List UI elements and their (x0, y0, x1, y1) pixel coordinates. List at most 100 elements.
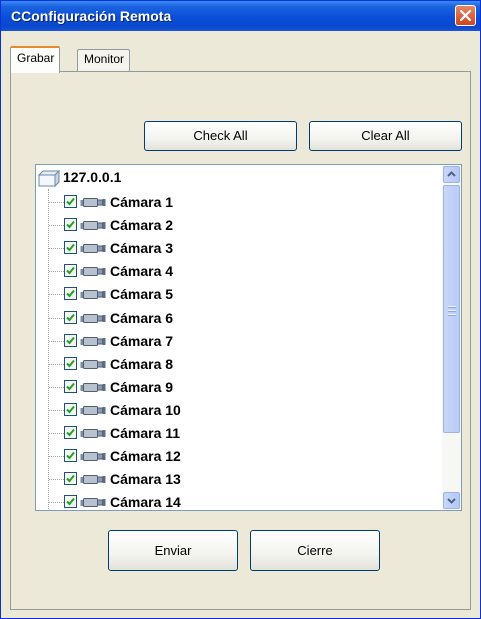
checkmark-icon (66, 498, 75, 506)
camera-icon-wrap (80, 313, 108, 328)
camera-checkbox[interactable] (64, 402, 77, 416)
remote-config-window: CConfiguración Remota Grabar Monitor Che… (0, 0, 481, 619)
camera-icon (80, 267, 106, 277)
camera-checkbox[interactable] (64, 356, 77, 370)
camera-checkbox[interactable] (64, 449, 77, 463)
clear-all-button[interactable]: Clear All (309, 121, 462, 151)
check-all-button[interactable]: Check All (144, 121, 297, 151)
checkmark-icon (66, 336, 75, 345)
camera-icon (80, 429, 106, 438)
tree-connector (49, 502, 64, 504)
camera-label: Cámara 3 (110, 240, 174, 257)
chevron-up-icon (447, 171, 456, 177)
tab-monitor[interactable]: Monitor (77, 49, 131, 72)
checkmark-icon (66, 359, 75, 368)
tree-item-camera[interactable]: Cámara 5 (36, 283, 436, 307)
camera-icon (80, 198, 106, 207)
camera-label: Cámara 1 (110, 194, 174, 210)
camera-icon-wrap (80, 336, 108, 351)
camera-icon-wrap (80, 197, 108, 212)
tree-item-camera[interactable]: Cámara 14 (36, 491, 436, 510)
tree-item-camera[interactable]: Cámara 6 (36, 307, 436, 331)
camera-icon (80, 475, 106, 485)
scroll-thumb[interactable] (443, 185, 460, 433)
tab-grabar-label: Grabar (17, 51, 55, 65)
camera-label: Cámara 8 (110, 355, 174, 372)
close-window-button[interactable] (455, 5, 476, 26)
tree-item-camera[interactable]: Cámara 3 (36, 237, 436, 261)
tree-connector (49, 225, 64, 227)
tree-item-camera[interactable]: Cámara 4 (36, 260, 436, 284)
camera-checkbox[interactable] (64, 218, 77, 232)
camera-icon-wrap (80, 428, 108, 443)
checkmark-icon (66, 405, 75, 414)
tree-connector (49, 294, 64, 296)
camera-checkbox[interactable] (64, 472, 77, 486)
tree-connector (49, 340, 64, 342)
camera-icon (80, 405, 106, 415)
computer-icon (38, 170, 60, 188)
checkmark-icon (66, 475, 75, 483)
camera-checkbox[interactable] (64, 310, 77, 324)
camera-icon (80, 244, 106, 254)
tree-item-camera[interactable]: Cámara 10 (36, 399, 436, 423)
checkmark-icon (66, 451, 75, 460)
camera-icon-wrap (80, 266, 108, 281)
camera-icon-wrap (80, 497, 108, 510)
tree-connector (49, 363, 64, 365)
tree-item-camera[interactable]: Cámara 2 (36, 214, 436, 238)
camera-checkbox[interactable] (64, 495, 77, 509)
check-all-label: Check All (193, 128, 248, 143)
checkmark-icon (66, 428, 75, 437)
camera-label: Cámara 2 (110, 217, 174, 234)
camera-tree[interactable]: 127.0.0.1 Cámara 1 Cámara 2 Cámara 3 Cámara… (35, 164, 462, 511)
cancel-label: Cierre (297, 543, 333, 558)
camera-checkbox[interactable] (64, 241, 77, 255)
camera-checkbox[interactable] (64, 333, 77, 347)
camera-icon (80, 336, 106, 346)
grip-line (448, 314, 456, 316)
camera-icon-wrap (80, 474, 108, 489)
camera-checkbox[interactable] (64, 426, 77, 439)
send-button[interactable]: Enviar (108, 530, 238, 571)
scroll-down-button[interactable] (443, 492, 460, 509)
camera-icon (80, 382, 106, 392)
tree-connector (49, 317, 64, 319)
camera-label: Cámara 9 (110, 378, 174, 395)
camera-label: Cámara 7 (110, 332, 174, 349)
tree-item-camera[interactable]: Cámara 9 (36, 376, 436, 400)
tree-root-label: 127.0.0.1 (63, 169, 122, 185)
window-title: CConfiguración Remota (11, 8, 172, 24)
camera-icon (80, 290, 106, 300)
vertical-scrollbar[interactable] (442, 165, 461, 510)
checkmark-icon (66, 313, 75, 321)
tree-connector (49, 479, 64, 481)
camera-icon-wrap (80, 289, 108, 304)
tree-connector (49, 271, 64, 273)
tree-item-camera[interactable]: Cámara 13 (36, 468, 436, 492)
tree-item-camera[interactable]: Cámara 11 (36, 422, 436, 446)
camera-checkbox[interactable] (64, 264, 77, 278)
tree-item-camera[interactable]: Cámara 12 (36, 445, 436, 469)
camera-label: Cámara 4 (110, 263, 174, 280)
camera-icon (80, 221, 106, 231)
camera-icon (80, 359, 106, 369)
tree-connector (49, 248, 64, 250)
title-bar[interactable]: CConfiguración Remota (1, 1, 480, 31)
camera-checkbox[interactable] (64, 287, 77, 301)
checkmark-icon (66, 382, 75, 391)
cancel-button[interactable]: Cierre (250, 530, 380, 571)
camera-icon-wrap (80, 359, 108, 374)
tree-connector (49, 433, 64, 434)
tab-grabar[interactable]: Grabar (10, 46, 61, 73)
camera-icon-wrap (80, 243, 108, 258)
camera-label: Cámara 6 (110, 309, 174, 326)
close-icon (459, 9, 472, 22)
tree-item-camera[interactable]: Cámara 8 (36, 353, 436, 377)
camera-checkbox[interactable] (64, 379, 77, 393)
tree-item-camera[interactable]: Cámara 7 (36, 330, 436, 354)
tree-item-camera[interactable]: Cámara 1 (36, 191, 436, 215)
camera-icon-wrap (80, 382, 108, 397)
scroll-up-button[interactable] (443, 166, 460, 183)
camera-checkbox[interactable] (64, 195, 77, 208)
